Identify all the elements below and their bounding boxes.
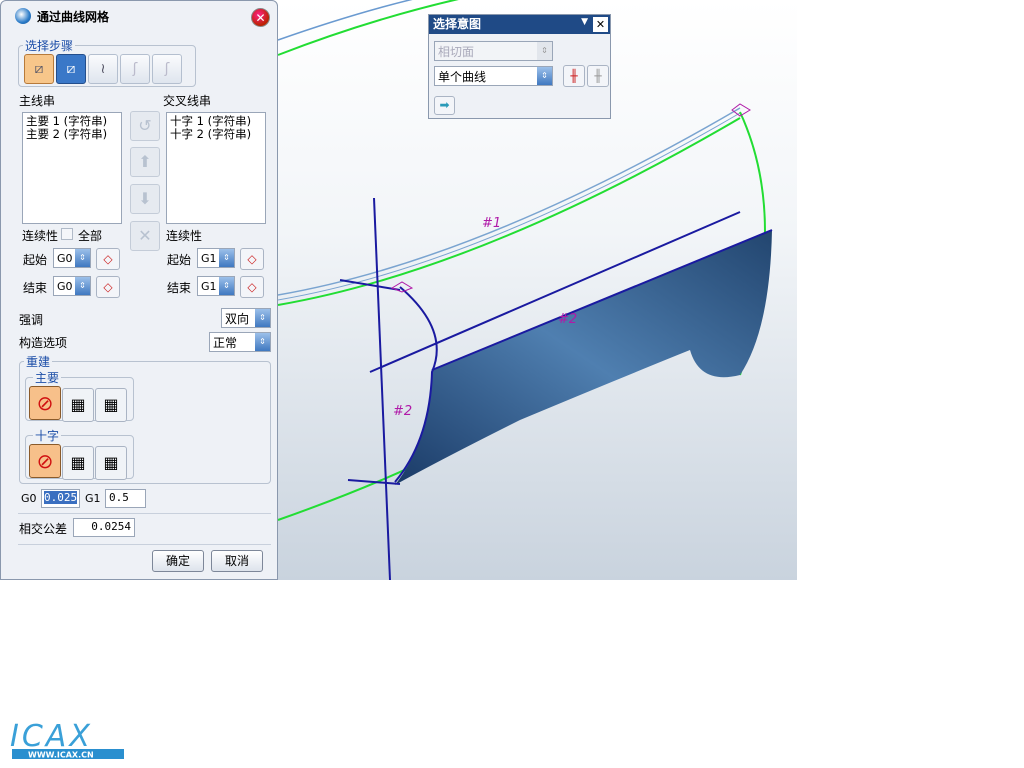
group-legend: 选择步骤 (25, 39, 74, 53)
icax-logo: ICAX WWW.ICAX.CN (8, 716, 128, 762)
no-rebuild-button[interactable]: ⊘ (29, 386, 61, 420)
no-rebuild-button[interactable]: ⊘ (29, 444, 61, 478)
primary-label: 主线串 (19, 94, 56, 108)
cross-curve-step-button[interactable]: ⧄ (56, 54, 86, 84)
select-value: 相切面 (438, 44, 475, 59)
group-legend: 主要 (35, 371, 60, 385)
last-face-step-button[interactable]: ʃ (152, 54, 182, 84)
start-label: 起始 (23, 253, 48, 267)
continuity-label: 连续性 (166, 229, 203, 243)
advanced-rebuild-button[interactable]: ▦ (95, 387, 127, 422)
g0-tolerance-input[interactable]: 0.025 (44, 491, 78, 504)
all-checkbox[interactable] (61, 228, 73, 240)
cross-start-select[interactable]: G1 ⇕ (197, 248, 235, 268)
primary-string-list[interactable]: 主要 1 (字符串) 主要 2 (字符串) (22, 112, 122, 224)
select-value: 单个曲线 (438, 69, 487, 84)
cross-string-list[interactable]: 十字 1 (字符串) 十字 2 (字符串) (166, 112, 266, 224)
curve-rule-select[interactable]: 单个曲线 ⇕ (434, 66, 553, 86)
select-value: G0 (57, 279, 73, 293)
svg-text:WWW.ICAX.CN: WWW.ICAX.CN (28, 751, 94, 760)
app-icon (15, 8, 31, 24)
list-item[interactable]: 十字 2 (字符串) (170, 128, 262, 141)
face-select-icon[interactable]: ◇ (96, 276, 120, 298)
all-label: 全部 (78, 229, 103, 243)
face-select-icon[interactable]: ◇ (96, 248, 120, 270)
continuity-label: 连续性 (22, 229, 59, 243)
follow-fillet-icon[interactable]: ╫ (587, 65, 609, 87)
reverse-direction-button[interactable]: ↺ (130, 111, 160, 141)
first-face-step-button[interactable]: ʃ (120, 54, 150, 84)
primary-curve-step-button[interactable]: ⧄ (24, 54, 54, 84)
cross-label: 交叉线串 (163, 94, 212, 108)
construction-label: 构造选项 (19, 336, 68, 350)
select-value: G1 (201, 279, 217, 293)
dialog-title: 通过曲线网格 (37, 9, 110, 24)
spine-step-button[interactable]: ≀ (88, 54, 118, 84)
ok-button[interactable]: 确定 (152, 550, 204, 572)
select-value: 双向 (225, 311, 250, 326)
end-label: 结束 (23, 281, 48, 295)
start-label: 起始 (167, 253, 192, 267)
close-icon[interactable]: ✕ (593, 17, 608, 32)
dropdown-icon[interactable]: ▼ (581, 17, 588, 27)
close-button[interactable]: ✕ (251, 8, 270, 27)
intersection-tolerance-label: 相交公差 (19, 522, 68, 536)
manual-rebuild-button[interactable]: ▦ (62, 445, 94, 480)
face-select-icon[interactable]: ◇ (240, 248, 264, 270)
intersection-tolerance-input[interactable]: 0.0254 (73, 518, 135, 537)
g1-tolerance-input[interactable]: 0.5 (105, 489, 146, 508)
move-down-button[interactable]: ⬇ (130, 184, 160, 214)
rebuild-cross-group: 十字 ⊘ ▦ ▦ (25, 427, 134, 480)
manual-rebuild-button[interactable]: ▦ (62, 387, 94, 422)
select-value: 正常 (213, 335, 238, 350)
cross-end-select[interactable]: G1 ⇕ (197, 276, 235, 296)
face-select-icon[interactable]: ◇ (240, 276, 264, 298)
remove-button[interactable]: ✕ (130, 221, 160, 251)
stop-at-intersection-icon[interactable]: ╫ (563, 65, 585, 87)
select-value: G1 (201, 251, 217, 265)
end-label: 结束 (167, 281, 192, 295)
group-legend: 十字 (35, 429, 60, 443)
advanced-rebuild-button[interactable]: ▦ (95, 445, 127, 480)
apply-arrow-button[interactable]: ➡ (434, 96, 455, 115)
primary-start-select[interactable]: G0 ⇕ (53, 248, 91, 268)
rebuild-primary-group: 主要 ⊘ ▦ ▦ (25, 369, 134, 422)
curve-label: #2 (558, 312, 578, 327)
face-rule-select[interactable]: 相切面 ⇕ (434, 41, 553, 61)
list-item[interactable]: 主要 2 (字符串) (26, 128, 118, 141)
emphasis-label: 强调 (19, 313, 44, 327)
selection-steps-group: 选择步骤 ⧄ ⧄ ≀ ʃ ʃ (18, 37, 196, 87)
divider (18, 513, 271, 514)
curve-label: #1 (482, 216, 502, 231)
move-up-button[interactable]: ⬆ (130, 147, 160, 177)
select-value: G0 (57, 251, 73, 265)
g0-label: G0 (21, 492, 37, 505)
cancel-button[interactable]: 取消 (211, 550, 263, 572)
through-curve-mesh-dialog: 通过曲线网格 ✕ 选择步骤 ⧄ ⧄ ≀ ʃ ʃ 主线串 交叉线串 主要 1 (字符串) … (0, 0, 278, 580)
emphasis-select[interactable]: 双向 ⇕ (221, 308, 271, 328)
curve-label: #2 (393, 404, 413, 419)
selection-intent-toolbar: 选择意图 ▼ ✕ 相切面 ⇕ 单个曲线 ⇕ ╫ ╫ ➡ (428, 14, 611, 119)
svg-text:ICAX: ICAX (10, 719, 93, 754)
primary-end-select[interactable]: G0 ⇕ (53, 276, 91, 296)
divider (18, 544, 271, 545)
group-legend: 重建 (26, 355, 51, 369)
g1-label: G1 (85, 492, 101, 505)
construction-select[interactable]: 正常 ⇕ (209, 332, 271, 352)
